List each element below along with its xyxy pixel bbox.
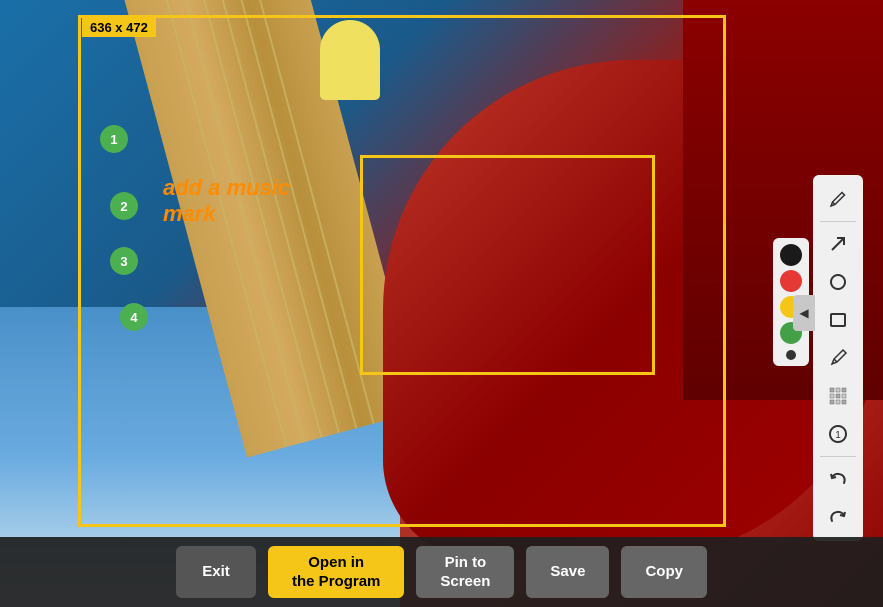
open-in-program-button[interactable]: Open in the Program bbox=[268, 546, 404, 598]
dimension-label: 636 x 472 bbox=[82, 18, 156, 37]
inner-selection bbox=[360, 155, 655, 375]
undo-button[interactable] bbox=[818, 461, 858, 497]
color-black[interactable] bbox=[780, 244, 802, 266]
redo-button[interactable] bbox=[818, 499, 858, 535]
color-small-dot[interactable] bbox=[786, 350, 796, 360]
divider-2 bbox=[820, 456, 856, 457]
number-tool-button[interactable]: 1 bbox=[818, 416, 858, 452]
expand-arrow-button[interactable]: ◀ bbox=[793, 295, 815, 331]
pin-to-screen-button[interactable]: Pin to Screen bbox=[416, 546, 514, 598]
color-red[interactable] bbox=[780, 270, 802, 292]
divider-1 bbox=[820, 221, 856, 222]
annotation-text: add a music mark bbox=[163, 175, 290, 228]
bottom-toolbar: Exit Open in the Program Pin to Screen S… bbox=[0, 537, 883, 607]
step-marker-3: 3 bbox=[110, 247, 138, 275]
pencil-tool-button[interactable] bbox=[818, 340, 858, 376]
arrow-tool-button[interactable] bbox=[818, 226, 858, 262]
step-marker-2: 2 bbox=[110, 192, 138, 220]
rectangle-tool-button[interactable] bbox=[818, 302, 858, 338]
step-marker-1: 1 bbox=[100, 125, 128, 153]
edit-tool-button[interactable] bbox=[818, 181, 858, 217]
drawing-toolbar: 1 bbox=[813, 175, 863, 541]
save-button[interactable]: Save bbox=[526, 546, 609, 598]
copy-button[interactable]: Copy bbox=[621, 546, 707, 598]
exit-button[interactable]: Exit bbox=[176, 546, 256, 598]
circle-tool-button[interactable] bbox=[818, 264, 858, 300]
step-marker-4: 4 bbox=[120, 303, 148, 331]
blur-tool-button[interactable] bbox=[818, 378, 858, 414]
svg-text:1: 1 bbox=[835, 430, 841, 441]
